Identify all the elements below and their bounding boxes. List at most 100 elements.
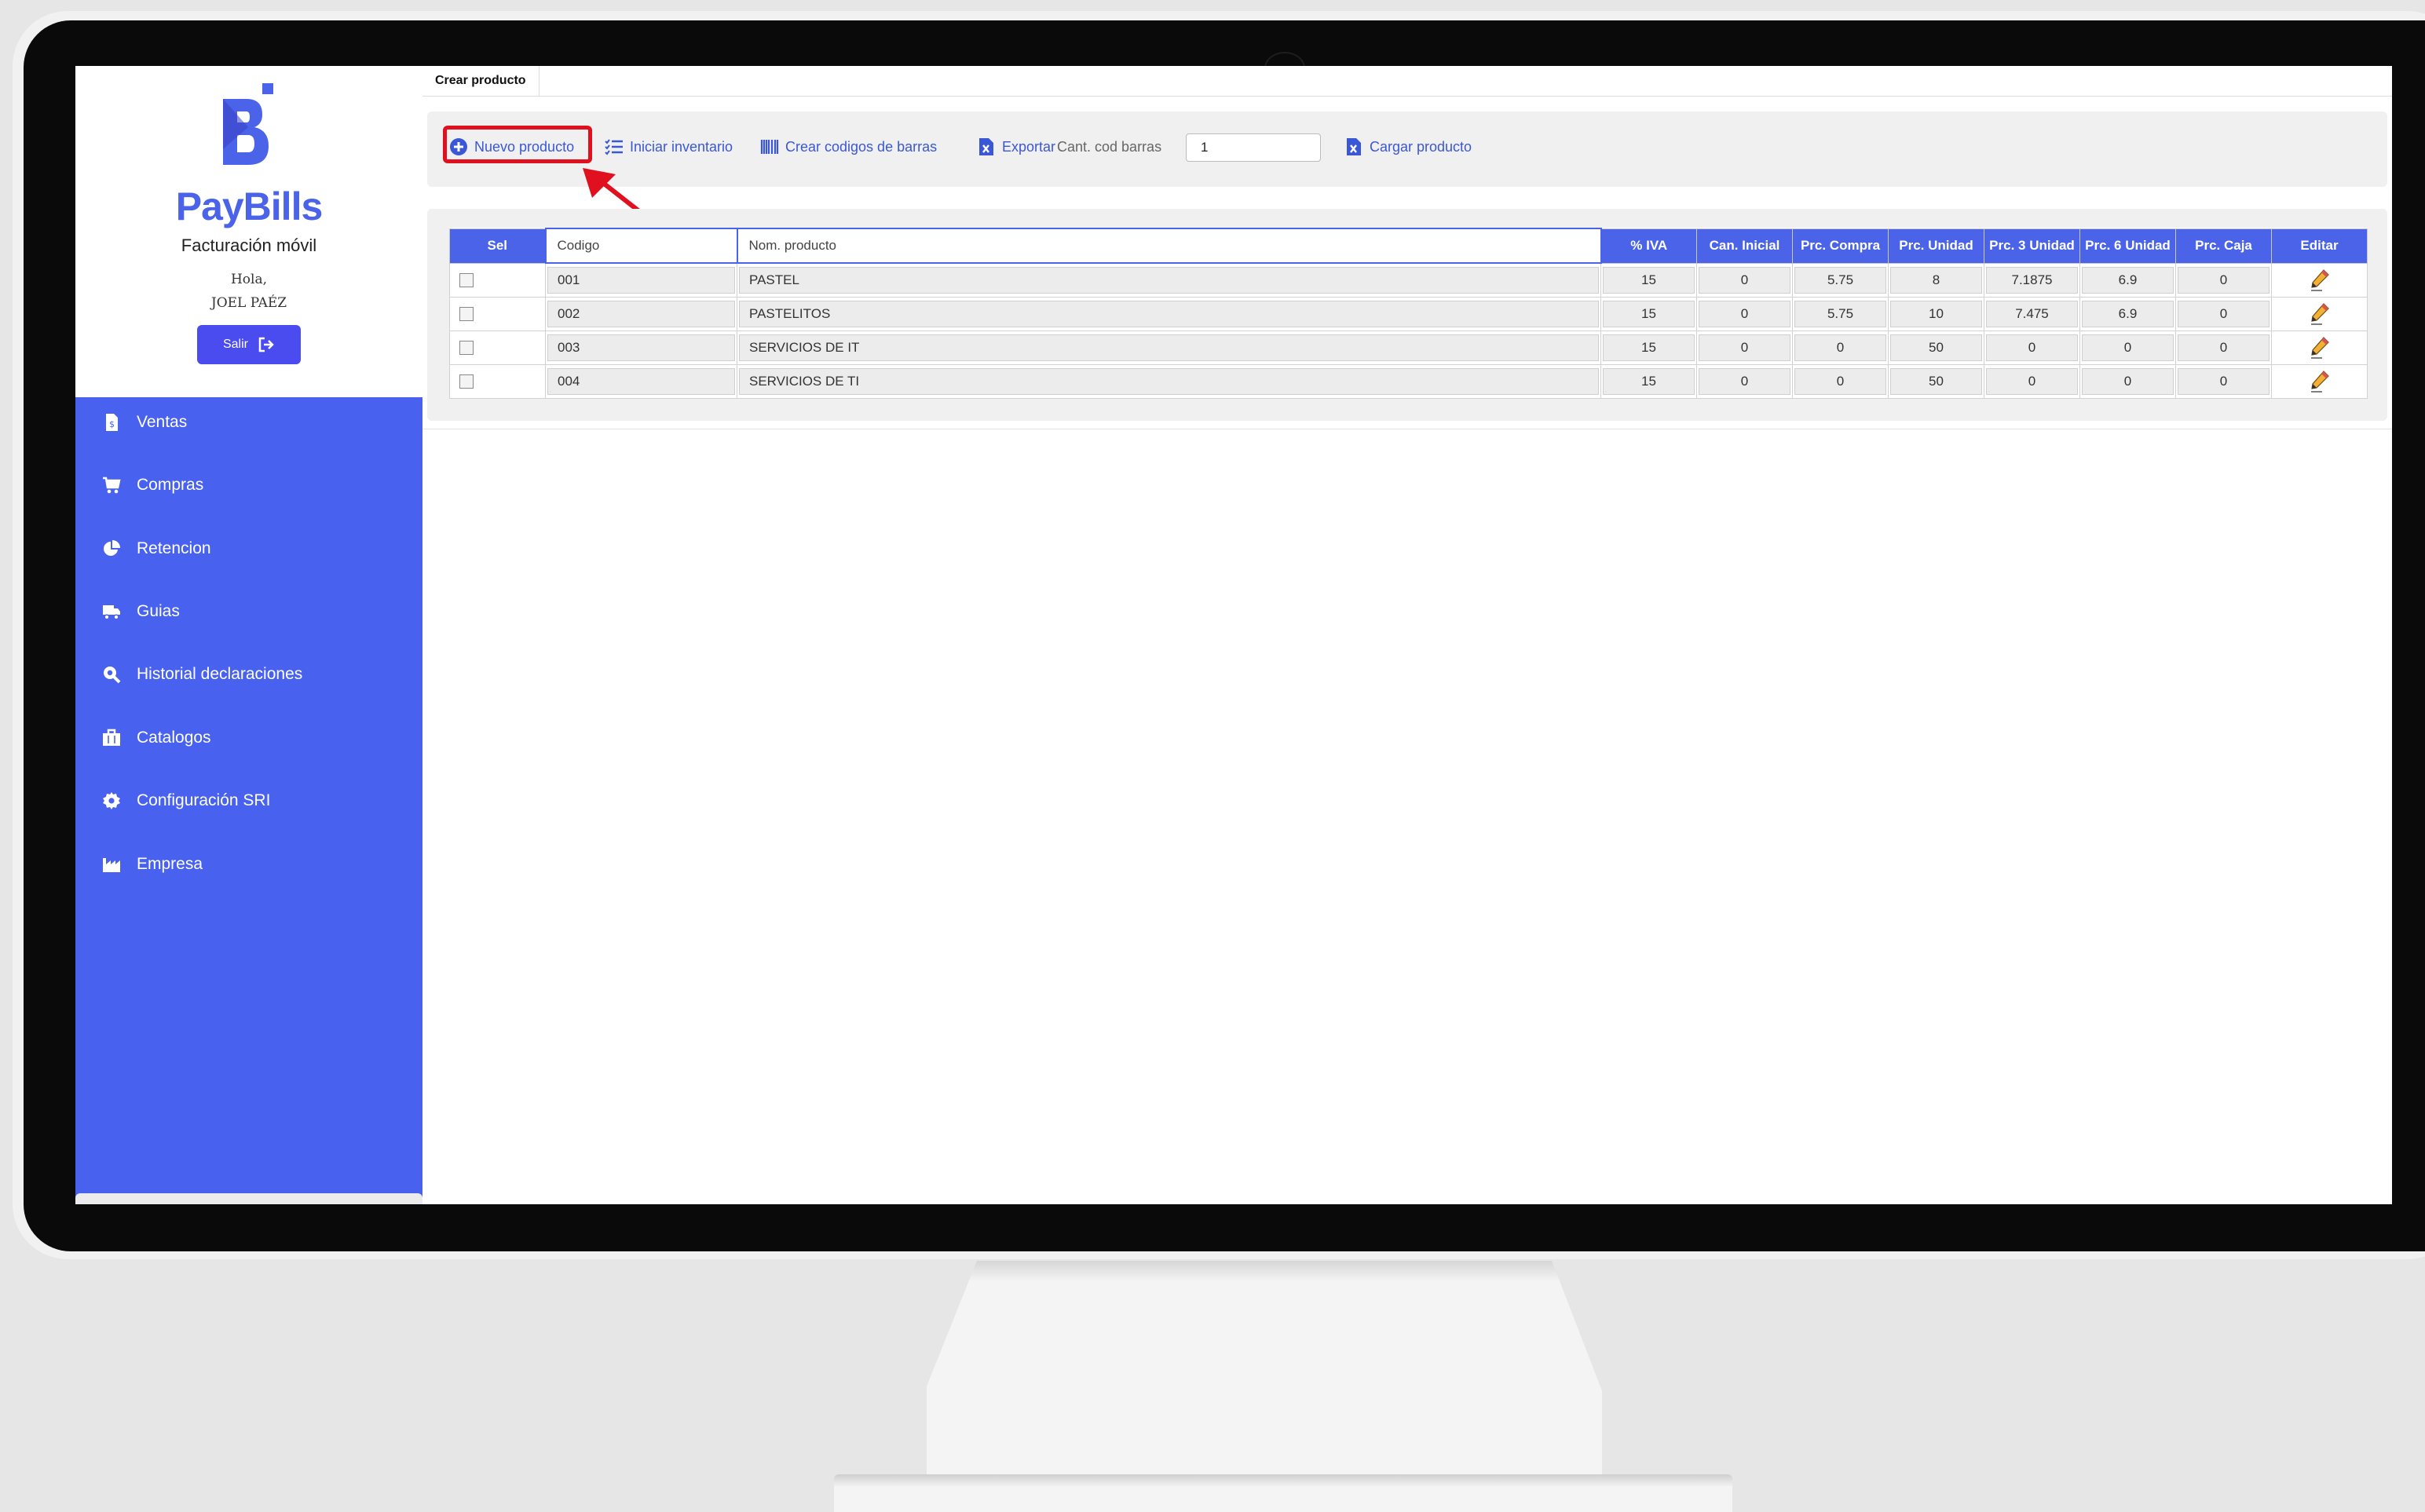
monitor-stand [927, 1261, 1602, 1488]
cell-prc3-value: 0 [1986, 368, 2078, 395]
barcode-qty-input[interactable]: 1 [1186, 133, 1321, 162]
cell-iva-value: 15 [1603, 301, 1695, 327]
cell-prc6: 6.9 [2079, 297, 2176, 331]
toolbar: Nuevo producto Iniciar inventario Crear … [427, 111, 2387, 187]
cell-prc3-value: 0 [1986, 334, 2078, 361]
cell-can-inicial: 0 [1696, 364, 1793, 399]
cell-prc-compra-value: 5.75 [1794, 301, 1886, 327]
barcodes-button[interactable]: Crear codigos de barras [760, 127, 937, 166]
sidebar-item-catalogos[interactable]: Catalogos [102, 722, 211, 754]
sidebar-item-label: Ventas [137, 413, 188, 431]
header-iva[interactable]: % IVA [1600, 228, 1697, 264]
user-name: JOEL PAÉZ [210, 295, 287, 311]
row-select-cell [449, 364, 546, 399]
cell-can-inicial-value: 0 [1699, 266, 1790, 294]
sidebar-item-compras[interactable]: Compras [102, 469, 203, 501]
sidebar-item-retencion[interactable]: Retencion [102, 533, 211, 564]
logout-button[interactable]: Salir [197, 325, 301, 364]
pencil-icon [2310, 268, 2329, 291]
table-row[interactable]: 002 PASTELITOS 15 0 5.75 10 7.475 6.9 0 [449, 297, 2368, 331]
header-prc-compra[interactable]: Prc. Compra [1792, 228, 1889, 264]
factory-icon [103, 858, 120, 872]
cell-prc-caja-value: 0 [2178, 266, 2270, 294]
cell-nombre: PASTEL [737, 262, 1601, 298]
cell-prc6-value: 0 [2082, 334, 2174, 361]
cell-nombre-value: PASTELITOS [739, 301, 1599, 327]
row-checkbox[interactable] [459, 307, 474, 321]
header-prc6[interactable]: Prc. 6 Unidad [2079, 228, 2176, 264]
table-row[interactable]: 003 SERVICIOS DE IT 15 0 0 50 0 0 0 [449, 331, 2368, 365]
tab-crear-producto[interactable]: Crear producto [422, 66, 539, 96]
cell-codigo: 001 [545, 262, 737, 298]
barcode-icon [760, 140, 779, 154]
excel-file-icon [1347, 138, 1361, 155]
table-row[interactable]: 001 PASTEL 15 0 5.75 8 7.1875 6.9 0 [449, 262, 2368, 298]
sidebar-item-empresa[interactable]: Empresa [102, 849, 203, 880]
sidebar-item-guias[interactable]: Guias [102, 596, 180, 627]
cell-nombre-value: PASTEL [739, 267, 1599, 294]
pencil-icon [2310, 371, 2329, 393]
sidebar-item-configuracion[interactable]: Configuración SRI [102, 785, 270, 816]
row-select-cell [449, 262, 546, 298]
receipt-icon: $ [106, 414, 118, 431]
cell-prc-compra: 5.75 [1792, 262, 1889, 298]
sidebar-item-label: Historial declaraciones [137, 665, 303, 683]
cell-prc-compra: 0 [1792, 364, 1889, 399]
row-checkbox[interactable] [459, 272, 474, 287]
start-inventory-label: Iniciar inventario [630, 138, 733, 155]
main-content: Crear producto Nuevo producto Iniciar in… [422, 66, 2392, 1204]
edit-button[interactable] [2272, 370, 2367, 393]
sidebar-item-ventas[interactable]: $ Ventas [102, 407, 187, 438]
header-editar: Editar [2271, 228, 2368, 264]
cell-nombre: SERVICIOS DE IT [737, 331, 1601, 365]
filter-codigo-input[interactable]: Codigo [544, 228, 738, 264]
row-checkbox[interactable] [459, 341, 474, 355]
edit-button[interactable] [2272, 268, 2367, 292]
cell-prc-compra: 0 [1792, 331, 1889, 365]
cart-icon [103, 477, 121, 494]
edit-button[interactable] [2272, 336, 2367, 360]
truck-icon [103, 605, 120, 620]
sidebar-scrollbar[interactable] [75, 1193, 422, 1204]
cell-codigo: 004 [545, 364, 737, 399]
header-prc3[interactable]: Prc. 3 Unidad [1984, 228, 2080, 264]
cell-nombre-value: SERVICIOS DE TI [739, 368, 1599, 395]
row-checkbox[interactable] [459, 374, 474, 389]
cell-prc-unidad-value: 50 [1890, 368, 1982, 395]
cell-prc3-value: 7.1875 [1986, 266, 2078, 294]
sidebar-item-label: Configuración SRI [137, 791, 271, 809]
row-select-cell [449, 331, 546, 365]
sidebar-item-label: Retencion [137, 539, 211, 557]
header-prc-caja[interactable]: Prc. Caja [2175, 228, 2272, 264]
table-row[interactable]: 004 SERVICIOS DE TI 15 0 0 50 0 0 0 [449, 364, 2368, 399]
cell-prc-compra-value: 0 [1794, 368, 1886, 395]
cell-can-inicial: 0 [1696, 297, 1793, 331]
filter-nombre-input[interactable]: Nom. producto [736, 228, 1602, 264]
svg-text:$: $ [109, 419, 115, 429]
load-product-label: Cargar producto [1370, 138, 1472, 155]
products-table: Sel Codigo Nom. producto % IVA Can. Inic… [449, 228, 2368, 399]
cell-prc-unidad: 50 [1888, 331, 1984, 365]
cell-can-inicial-value: 0 [1699, 368, 1790, 395]
sidebar-header: PayBills Facturación móvil Hola, JOEL PA… [75, 66, 422, 397]
header-can-inicial[interactable]: Can. Inicial [1696, 228, 1793, 264]
row-select-cell [449, 297, 546, 331]
cell-can-inicial-value: 0 [1699, 301, 1790, 327]
edit-button[interactable] [2272, 302, 2367, 326]
export-button[interactable]: Exportar [977, 127, 1055, 166]
cell-prc-unidad: 50 [1888, 364, 1984, 399]
cell-iva-value: 15 [1603, 266, 1695, 294]
paybills-logo-icon [223, 83, 273, 165]
cell-prc3: 7.1875 [1984, 262, 2080, 298]
sidebar-item-historial[interactable]: Historial declaraciones [102, 659, 302, 690]
start-inventory-button[interactable]: Iniciar inventario [605, 127, 733, 166]
cell-can-inicial: 0 [1696, 262, 1793, 298]
cell-iva: 15 [1600, 262, 1697, 298]
header-prc-unidad[interactable]: Prc. Unidad [1888, 228, 1984, 264]
highlight-box [443, 126, 592, 163]
cell-codigo-value: 001 [547, 267, 735, 294]
pie-chart-icon [104, 540, 120, 556]
cell-prc-compra-value: 0 [1794, 334, 1886, 361]
cell-prc3: 7.475 [1984, 297, 2080, 331]
load-product-button[interactable]: Cargar producto [1344, 127, 1472, 166]
